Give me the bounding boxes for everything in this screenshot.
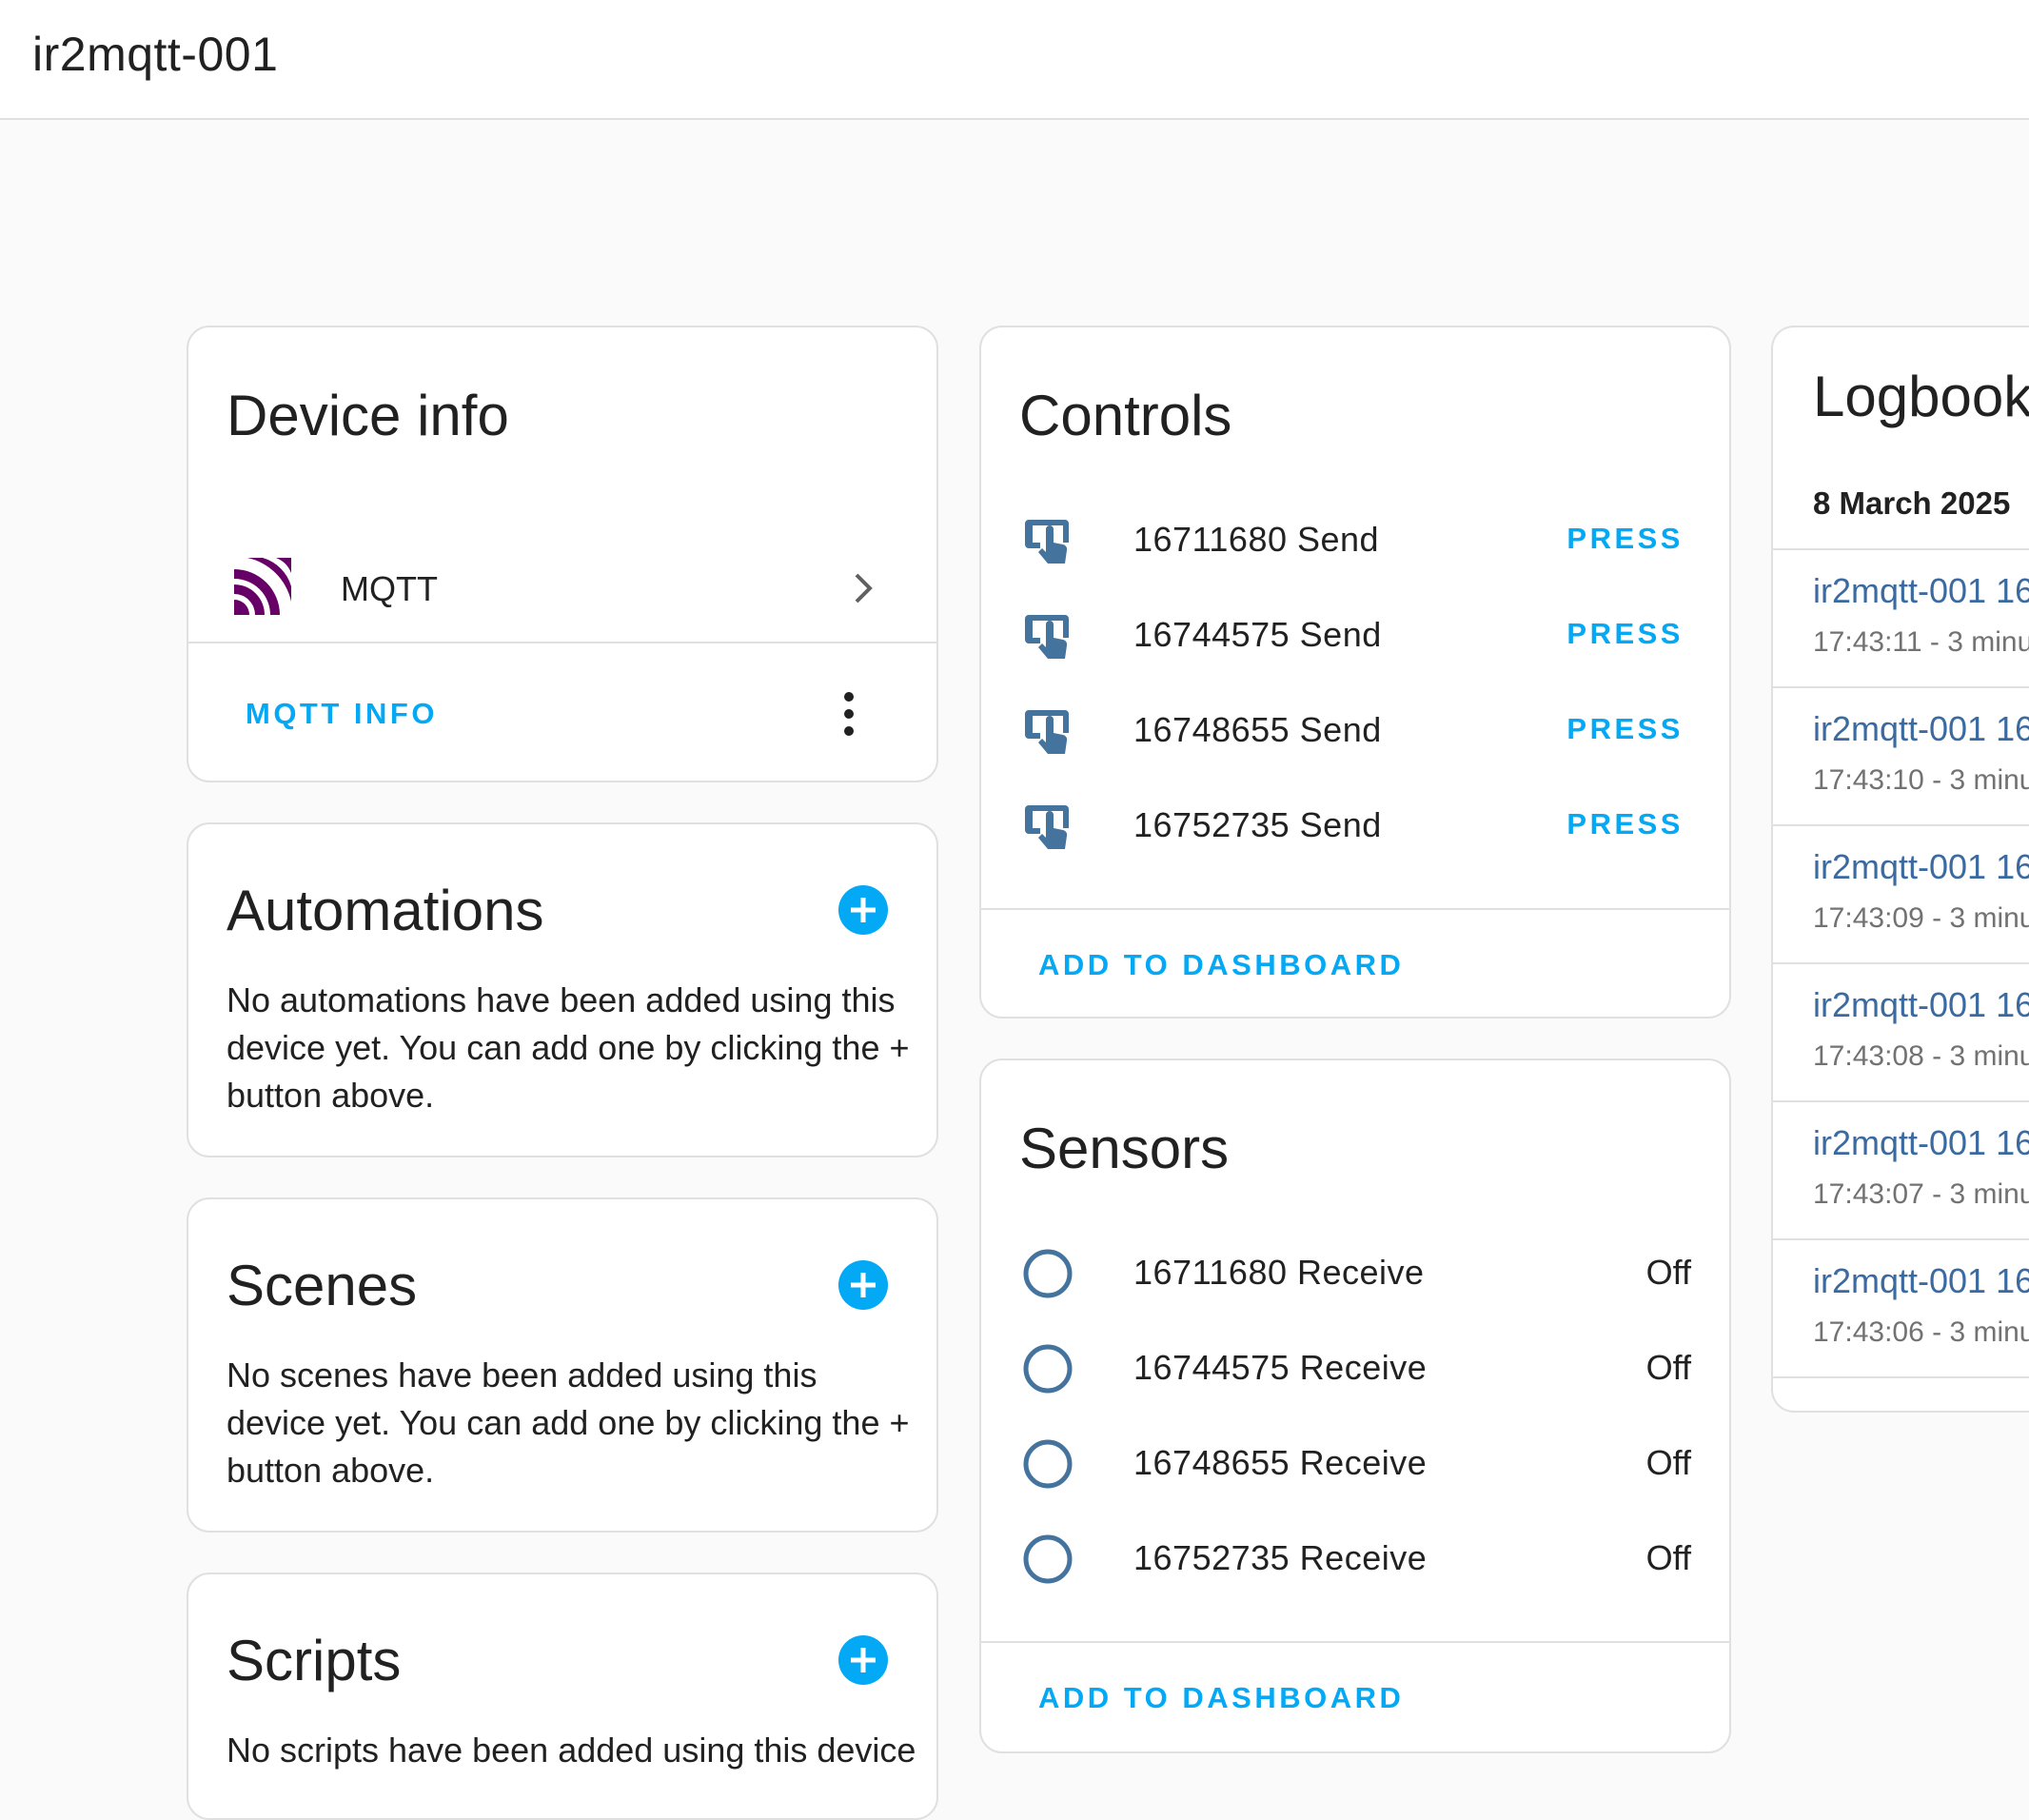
logbook-entry[interactable]: ir2mqtt-001 16 17:43:07 - 3 minu [1773,1102,2029,1240]
device-info-card: Device info MQTT MQTT INFO [187,326,938,782]
logbook-entry-name[interactable]: ir2mqtt-001 16 [1813,1123,2029,1163]
control-row[interactable]: 16748655 Send PRESS [981,689,1729,775]
gesture-tap-button-icon [1025,520,1069,564]
scripts-empty-text: No scripts have been added using this de… [227,1731,916,1770]
sensor-state: Off [1645,1253,1691,1292]
scripts-title: Scripts [227,1629,402,1692]
sensor-state: Off [1645,1443,1691,1482]
control-row[interactable]: 16744575 Send PRESS [981,594,1729,680]
sensor-row[interactable]: 16711680 Receive Off [981,1232,1729,1317]
sensor-state: Off [1645,1538,1691,1577]
automations-empty-text: No automations have been added using thi… [227,980,910,1115]
sensor-row[interactable]: 16748655 Receive Off [981,1422,1729,1508]
circle-outline-icon [1023,1249,1073,1298]
sensor-row[interactable]: 16752735 Receive Off [981,1517,1729,1603]
integration-name: MQTT [341,569,438,608]
logbook-entry[interactable]: ir2mqtt-001 16 17:43:09 - 3 minu [1773,826,2029,964]
logbook-entry-name[interactable]: ir2mqtt-001 16 [1813,571,2029,611]
logbook-card: Logbook 8 March 2025 ir2mqtt-001 16 17:4… [1771,326,2029,1413]
add-scene-button[interactable] [838,1260,888,1310]
press-button[interactable]: PRESS [1566,522,1684,556]
logbook-entry-time: 17:43:09 - 3 minu [1813,902,2029,934]
divider [981,908,1729,910]
add-script-button[interactable] [838,1635,888,1685]
divider [188,642,936,643]
divider [981,1641,1729,1643]
logbook-entry[interactable]: ir2mqtt-001 16 17:43:10 - 3 minu [1773,688,2029,826]
automations-card: Automations No automations have been add… [187,822,938,1157]
automations-title: Automations [227,879,544,942]
circle-outline-icon [1023,1344,1073,1394]
press-button[interactable]: PRESS [1566,807,1684,841]
integration-row-mqtt[interactable]: MQTT [188,537,936,642]
sensor-row[interactable]: 16744575 Receive Off [981,1327,1729,1413]
press-button[interactable]: PRESS [1566,617,1684,651]
more-vert-icon[interactable] [841,691,857,737]
logbook-entry-name[interactable]: ir2mqtt-001 16 [1813,847,2029,887]
add-automation-button[interactable] [838,885,888,935]
mqtt-info-button[interactable]: MQTT INFO [246,697,438,731]
logbook-date: 8 March 2025 [1813,485,2011,521]
add-to-dashboard-button[interactable]: ADD TO DASHBOARD [1038,948,1404,982]
logbook-entry-time: 17:43:11 - 3 minu [1813,626,2029,658]
mqtt-logo-icon [234,558,291,615]
controls-title: Controls [1019,384,1232,447]
control-name: 16744575 Send [1133,615,1382,654]
logbook-entry-name[interactable]: ir2mqtt-001 16 [1813,709,2029,749]
control-row[interactable]: 16752735 Send PRESS [981,784,1729,870]
logbook-entry-name[interactable]: ir2mqtt-001 16 [1813,1261,2029,1301]
circle-outline-icon [1023,1439,1073,1489]
sensor-name: 16711680 Receive [1133,1253,1425,1292]
logbook-entry-time: 17:43:10 - 3 minu [1813,764,2029,796]
scenes-empty-text: No scenes have been added using this dev… [227,1355,910,1490]
sensors-title: Sensors [1019,1117,1230,1180]
scripts-card: Scripts No scripts have been added using… [187,1573,938,1820]
sensor-state: Off [1645,1348,1691,1387]
top-app-bar: ir2mqtt-001 [0,0,2029,120]
sensor-name: 16752735 Receive [1133,1538,1428,1577]
add-to-dashboard-button[interactable]: ADD TO DASHBOARD [1038,1681,1404,1715]
logbook-title: Logbook [1813,365,2029,428]
control-row[interactable]: 16711680 Send PRESS [981,499,1729,584]
press-button[interactable]: PRESS [1566,712,1684,746]
controls-card: Controls 16711680 Send PRESS 16744575 Se… [979,326,1731,1019]
logbook-entry[interactable]: ir2mqtt-001 16 17:43:08 - 3 minu [1773,964,2029,1102]
sensors-card: Sensors 16711680 Receive Off 16744575 Re… [979,1058,1731,1753]
logbook-entry[interactable]: ir2mqtt-001 16 17:43:11 - 3 minu [1773,550,2029,688]
sensor-name: 16748655 Receive [1133,1443,1428,1482]
control-name: 16711680 Send [1133,520,1380,559]
logbook-entry-time: 17:43:06 - 3 minu [1813,1316,2029,1348]
device-info-title: Device info [227,384,509,447]
chevron-right-icon [855,573,873,603]
gesture-tap-button-icon [1025,710,1069,754]
sensor-name: 16744575 Receive [1133,1348,1428,1387]
logbook-entry-name[interactable]: ir2mqtt-001 16 [1813,985,2029,1025]
page-title: ir2mqtt-001 [32,28,279,81]
scenes-card: Scenes No scenes have been added using t… [187,1197,938,1533]
circle-outline-icon [1023,1534,1073,1584]
logbook-entry[interactable]: ir2mqtt-001 16 17:43:06 - 3 minu [1773,1240,2029,1378]
control-name: 16748655 Send [1133,710,1382,749]
control-name: 16752735 Send [1133,805,1382,844]
logbook-entry-time: 17:43:08 - 3 minu [1813,1040,2029,1072]
logbook-entry-time: 17:43:07 - 3 minu [1813,1178,2029,1210]
gesture-tap-button-icon [1025,615,1069,659]
scenes-title: Scenes [227,1254,418,1317]
gesture-tap-button-icon [1025,805,1069,849]
